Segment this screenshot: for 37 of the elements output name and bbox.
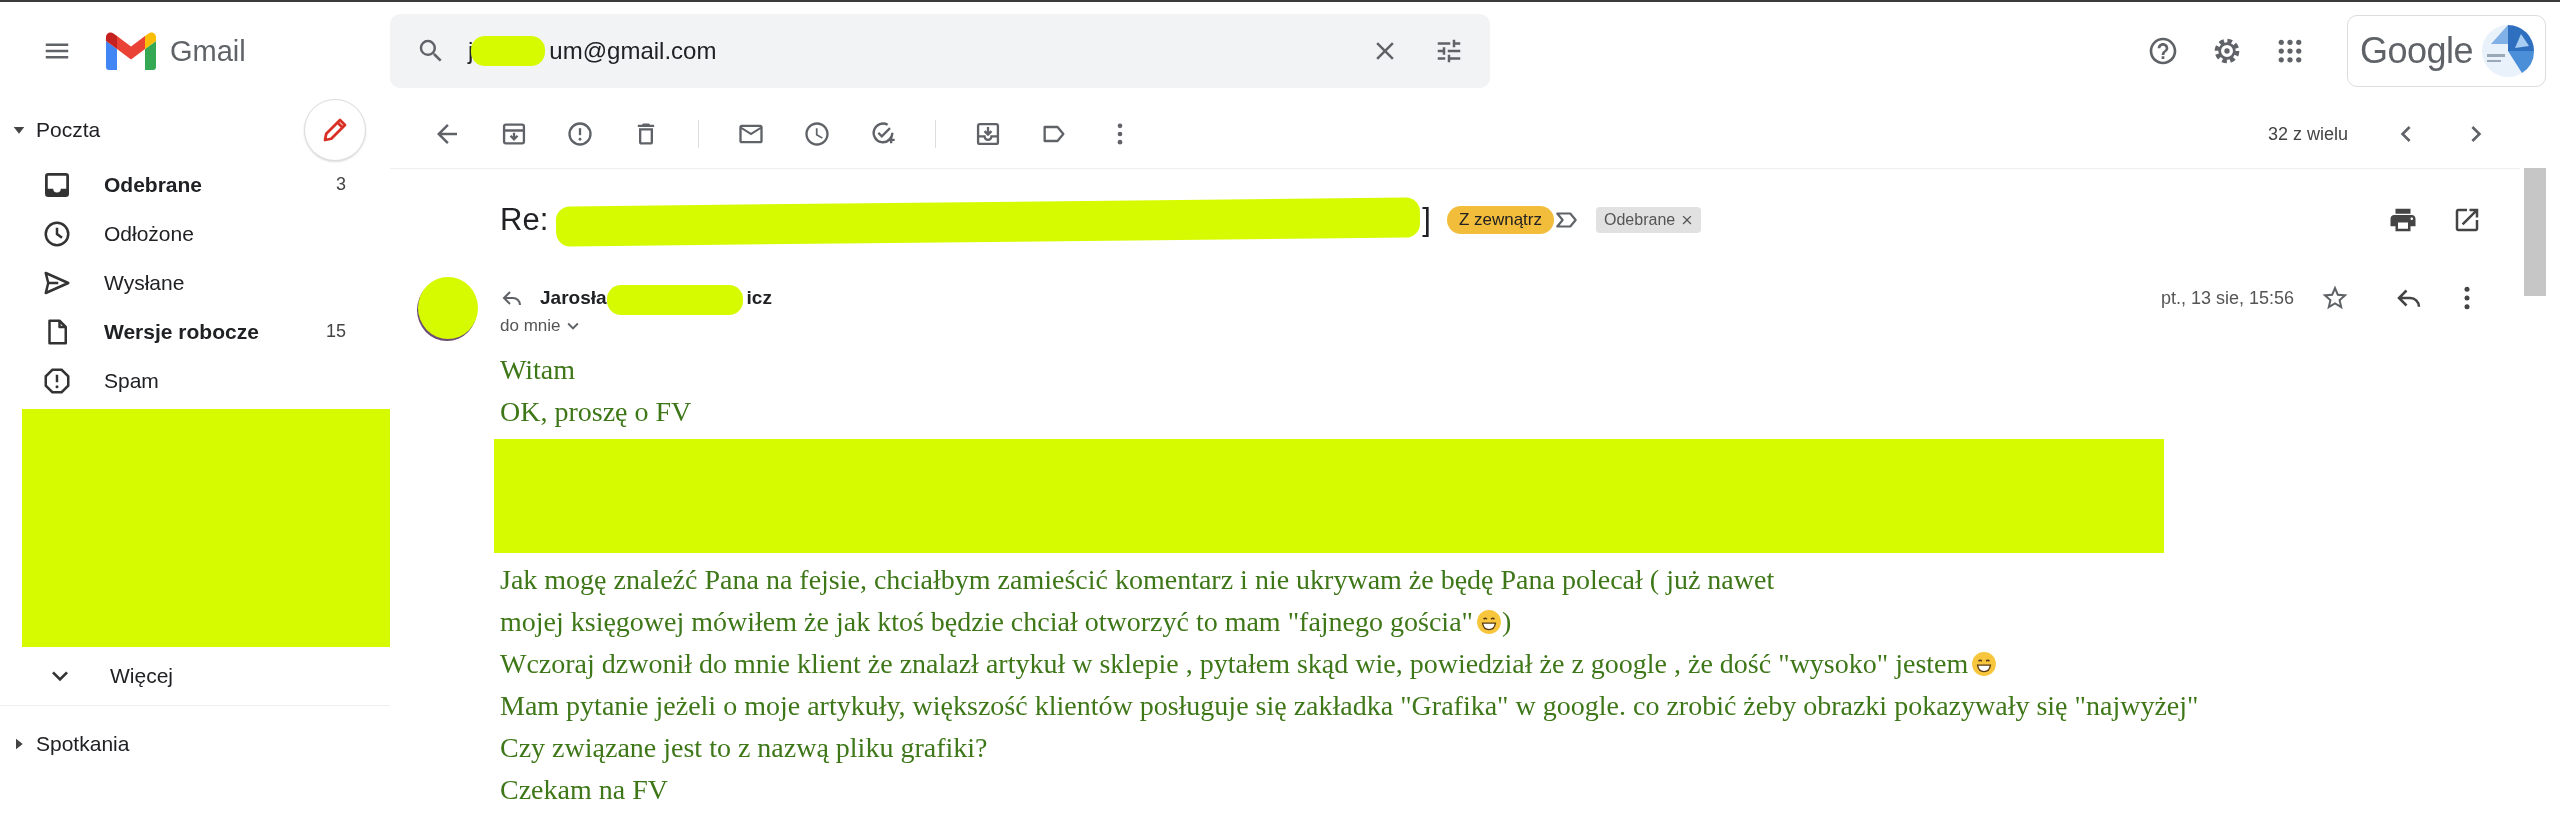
sidebar-item[interactable]: Odebrane 3 xyxy=(0,160,390,209)
recipient-text: do mnie xyxy=(500,316,561,336)
compose-button[interactable] xyxy=(304,99,366,161)
move-to-icon[interactable] xyxy=(974,120,1002,148)
sidebar-item[interactable]: Wysłane xyxy=(0,258,390,307)
label-tag[interactable]: Odebrane xyxy=(1596,207,1702,233)
body-text: Wczoraj dzwonił do mnie klient że znalazł artykuł w sklepie , pytałem skąd wie, powiedział że z google , że dość "wysoko" jestem xyxy=(500,648,1969,680)
sidebar-item[interactable]: Odłożone xyxy=(0,209,390,258)
body-text: ) xyxy=(1502,606,1512,638)
body-text: OK, proszę o FV xyxy=(500,396,692,428)
sidebar-item[interactable]: Spam xyxy=(0,356,390,405)
clock-icon[interactable] xyxy=(803,120,831,148)
more-item[interactable]: Więcej xyxy=(0,647,390,706)
avatar xyxy=(418,277,478,339)
search-field[interactable]: j um@gmail.com xyxy=(390,14,1490,88)
body-text: Witam xyxy=(500,354,576,386)
app-name: Gmail xyxy=(170,34,246,68)
sidebar-item[interactable]: Wersje robocze 15 xyxy=(0,307,390,356)
body-text: mojej księgowej mówiłem że jak ktoś będzie chciał otworzyć to mam "fajnego gościa" xyxy=(500,606,1473,638)
label-tag[interactable]: Z zewnątrz xyxy=(1446,206,1554,234)
subject-text: ] xyxy=(1422,202,1431,238)
date-text: pt., 13 sie, 15:56 xyxy=(2160,287,2294,309)
section-title[interactable]: Poczta xyxy=(36,118,101,142)
search-text: um@gmail.com xyxy=(549,37,717,65)
body-text: Czekam na FV xyxy=(500,774,668,806)
gmail-logo[interactable] xyxy=(106,32,156,70)
body-text: Czy związane jest to z nazwą pliku grafiki? xyxy=(500,732,988,764)
remove-icon[interactable] xyxy=(1681,214,1694,226)
scrollbar[interactable] xyxy=(2524,168,2546,296)
account-button[interactable]: Google xyxy=(2346,15,2546,87)
body-text: Jak mogę znaleźć Pana na fejsie, chciałbym zamieścić komentarz i nie ukrywam że będę Pana polecał ( już nawet xyxy=(500,564,1775,596)
page-counter: 32 z wielu xyxy=(2267,123,2348,145)
search-text: j xyxy=(468,37,474,65)
section-title[interactable]: Spotkania xyxy=(36,732,130,756)
report-spam-icon[interactable] xyxy=(566,120,594,148)
body-text: Mam pytanie jeżeli o moje artykuły, większość klientów posługuje się zakładka "Grafika" w google. co zrobić żeby obrazki pokazywały się "najwyżej" xyxy=(500,690,2199,722)
subject-text: Re: xyxy=(500,202,549,238)
